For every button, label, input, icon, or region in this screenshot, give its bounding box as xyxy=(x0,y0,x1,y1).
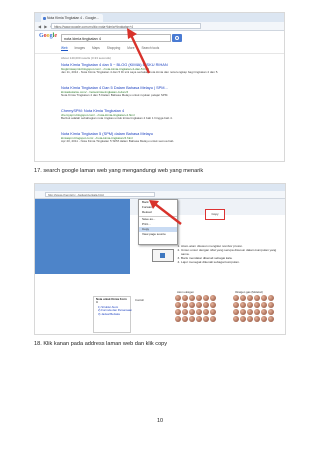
particle-icon xyxy=(233,309,239,315)
google-header: Google nota kimia tingkatan 4 xyxy=(35,31,284,45)
particle-icon xyxy=(189,309,195,315)
particle-icon xyxy=(182,302,188,308)
result-snippet: Nota Kimia Tingkatan 4 dan 5 Dalam Bahas… xyxy=(61,93,169,97)
tab-web[interactable]: Web xyxy=(61,46,68,51)
particle-icon xyxy=(254,302,260,308)
particle-icon xyxy=(210,295,216,301)
tab-images[interactable]: Images xyxy=(75,46,85,50)
tab-maps[interactable]: Maps xyxy=(92,46,100,50)
site-banner xyxy=(35,199,130,274)
browser-tab-bar xyxy=(35,184,285,191)
particle-icon xyxy=(247,316,253,322)
screenshot-context-menu: http://www.chemistry.../jadual-berkala.h… xyxy=(34,183,286,335)
search-result: Nota Kimia Tingkatan 4 Dan 5 Dalam Bahas… xyxy=(61,85,231,98)
particle-icon xyxy=(240,309,246,315)
particle-icon xyxy=(203,309,209,315)
result-stats: About 140,000 results (0.33 seconds) xyxy=(61,56,111,60)
caption-step-18: 18. Klik kanan pada address laman web da… xyxy=(34,341,168,347)
content-label: Contoh xyxy=(135,298,145,302)
page-number: 10 xyxy=(156,418,164,424)
particle-icon xyxy=(254,309,260,315)
particle-icon xyxy=(175,316,181,322)
particle-icon xyxy=(261,295,267,301)
particle-icon xyxy=(189,302,195,308)
particle-icon xyxy=(268,295,274,301)
grid-caption: Oksigen gas (Molekul) xyxy=(235,290,263,294)
particle-icon xyxy=(247,302,253,308)
particle-icon xyxy=(210,309,216,315)
caption-step-17: 17. search google laman web yang mengand… xyxy=(34,168,204,174)
particle-icon xyxy=(240,316,246,322)
search-icon xyxy=(175,36,180,41)
copy-callout: Copy xyxy=(205,209,225,220)
tab-title: Nota Kimia Tingkatan 4 - Google... xyxy=(47,16,99,20)
paragraph-item: Unsur-unsur dengan sifat yang serupa dis… xyxy=(181,248,283,256)
result-snippet: Berikut adalah sebahagian nota ringkas u… xyxy=(61,116,173,120)
particle-icon xyxy=(240,295,246,301)
particle-icon xyxy=(268,316,274,322)
particle-icon xyxy=(175,295,181,301)
window-thumbnail xyxy=(152,249,174,262)
particle-icon xyxy=(182,309,188,315)
window-icon xyxy=(160,253,165,258)
particle-icon xyxy=(182,295,188,301)
sidebar-item[interactable]: 3) Jadual Berkala xyxy=(94,312,130,316)
menu-item-view-source[interactable]: View page source xyxy=(139,232,177,237)
particle-icon xyxy=(189,295,195,301)
browser-tab-bar: Nota Kimia Tingkatan 4 - Google... xyxy=(35,13,284,22)
particle-icon xyxy=(210,316,216,322)
screenshot-google-search: Nota Kimia Tingkatan 4 - Google... ◀ ▶ ⟳… xyxy=(34,12,285,162)
particle-icon xyxy=(254,316,260,322)
google-logo: Google xyxy=(39,33,58,39)
particle-icon xyxy=(210,302,216,308)
particle-icon xyxy=(189,316,195,322)
particle-icon xyxy=(261,302,267,308)
search-button[interactable] xyxy=(172,34,182,42)
particle-icon xyxy=(268,309,274,315)
address-bar-row: ◀ ▶ ⟳ https://www.google.com.my/#q=nota+… xyxy=(35,22,284,31)
particle-icon xyxy=(233,316,239,322)
result-snippet: Apr 20, 2011 - Nota Kimia Tingkatan 5 SP… xyxy=(61,139,175,143)
particle-icon xyxy=(182,316,188,322)
particle-icon xyxy=(233,295,239,301)
favicon-icon xyxy=(42,16,46,20)
particle-icon xyxy=(254,295,260,301)
particle-icon xyxy=(247,309,253,315)
particle-icon xyxy=(268,302,274,308)
browser-tab[interactable]: Nota Kimia Tingkatan 4 - Google... xyxy=(41,14,103,22)
grid-caption: Atom oksigen xyxy=(177,290,194,294)
search-result: Nota Kimia Tingkatan 5 (SPM) dalam Bahas… xyxy=(61,131,231,144)
particle-icon xyxy=(175,302,181,308)
tab-shopping[interactable]: Shopping xyxy=(107,46,120,50)
red-arrow-icon xyxy=(127,28,151,74)
particle-icon xyxy=(203,295,209,301)
page-paragraph: Atom-atom disusun mengikut nombor proton… xyxy=(175,244,283,264)
particle-icon xyxy=(233,302,239,308)
particle-icon xyxy=(196,316,202,322)
red-arrow-icon xyxy=(149,200,182,225)
paragraph-item: Lajur menegak dikenali sebagai kumpulan. xyxy=(181,260,283,264)
particle-icon xyxy=(203,316,209,322)
molecule-grid xyxy=(233,295,274,322)
particle-icon xyxy=(203,302,209,308)
particle-icon xyxy=(240,302,246,308)
divider xyxy=(35,53,284,54)
address-bar[interactable]: http://www.chemistry.../jadual-berkala.h… xyxy=(45,192,155,197)
particle-icon xyxy=(247,295,253,301)
search-result: ChemySPM: Nota Kimia Tingkatan 4 chemysp… xyxy=(61,108,231,121)
atom-grid xyxy=(175,295,216,322)
sidebar-nav: Nota untuk Kimia Form 4 1) Struktur Atom… xyxy=(93,296,132,333)
particle-icon xyxy=(196,295,202,301)
particle-icon xyxy=(196,302,202,308)
particle-icon xyxy=(261,309,267,315)
particle-icon xyxy=(196,309,202,315)
particle-icon xyxy=(175,309,181,315)
particle-icon xyxy=(261,316,267,322)
